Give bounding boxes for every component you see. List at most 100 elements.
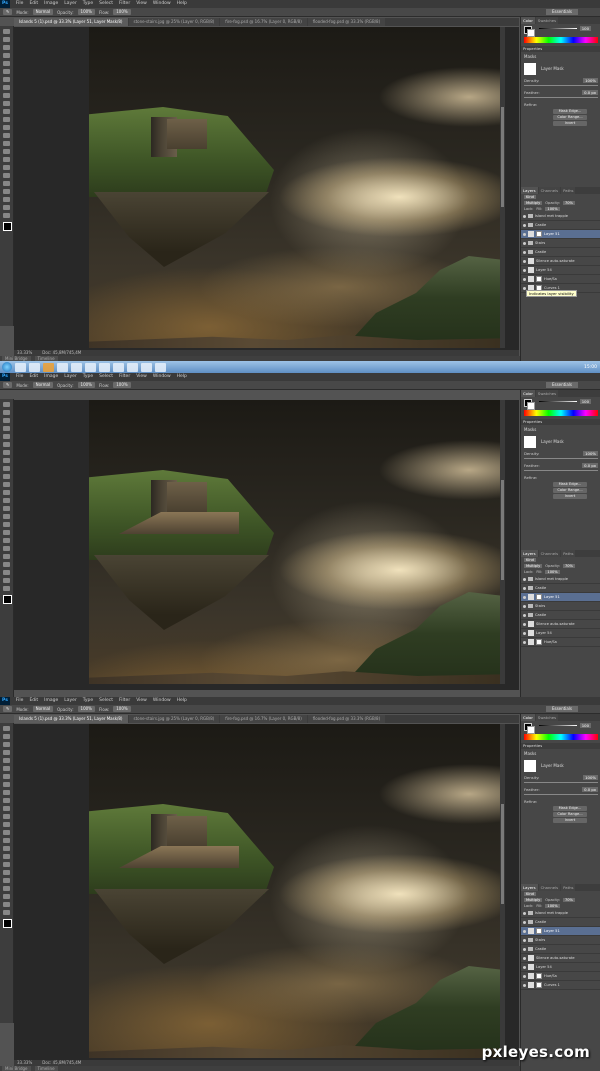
- color-ramp[interactable]: [524, 734, 598, 740]
- tab-mini-bridge[interactable]: Mini Bridge: [2, 1066, 31, 1071]
- tool-icon[interactable]: [3, 474, 10, 479]
- document-tab[interactable]: fire-fog.psd @ 16.7% (Layer 0, RGB/8): [220, 18, 307, 26]
- tool-icon[interactable]: [3, 814, 10, 819]
- taskbar-app-icon[interactable]: [15, 362, 26, 372]
- document-tab[interactable]: flooded-fog.psd @ 33.3% (RGB/8): [307, 715, 386, 723]
- tool-icon[interactable]: [3, 69, 10, 74]
- tool-icon[interactable]: [3, 790, 10, 795]
- adjustment-thumbnail[interactable]: [528, 973, 534, 979]
- taskbar-app-icon[interactable]: [127, 362, 138, 372]
- color-range-button[interactable]: Color Range...: [553, 488, 587, 493]
- tab-swatches[interactable]: Swatches: [535, 390, 559, 397]
- layer-row[interactable]: Castle: [521, 221, 600, 230]
- layer-row[interactable]: Stairs: [521, 936, 600, 945]
- kind-filter[interactable]: Kind: [524, 892, 536, 896]
- mask-thumbnail[interactable]: [524, 760, 536, 772]
- feather-input[interactable]: 0.0 px: [582, 787, 598, 792]
- tool-icon[interactable]: [3, 886, 10, 891]
- document-canvas[interactable]: [89, 724, 500, 1058]
- tool-icon[interactable]: [3, 766, 10, 771]
- layer-row[interactable]: Hue/Sa: [521, 638, 600, 647]
- brush-icon[interactable]: ✎: [3, 706, 13, 712]
- blend-mode-select[interactable]: Multiply: [524, 564, 543, 568]
- tool-icon[interactable]: [3, 418, 10, 423]
- tool-icon[interactable]: [3, 109, 10, 114]
- tool-icon[interactable]: [3, 806, 10, 811]
- vertical-scrollbar[interactable]: [500, 724, 505, 1058]
- vertical-scrollbar[interactable]: [500, 400, 505, 684]
- eye-icon[interactable]: [523, 929, 526, 933]
- brush-icon[interactable]: ✎: [3, 382, 13, 388]
- tool-icon[interactable]: [3, 758, 10, 763]
- mask-thumbnail[interactable]: [536, 276, 542, 282]
- color-ramp[interactable]: [524, 37, 598, 43]
- invert-button[interactable]: Invert: [553, 818, 587, 823]
- menu-item-view[interactable]: View: [136, 0, 147, 8]
- tab-paths[interactable]: Paths: [561, 550, 576, 557]
- opacity-input[interactable]: 100%: [77, 706, 95, 712]
- tool-icon[interactable]: [3, 434, 10, 439]
- layer-thumbnail[interactable]: [528, 594, 534, 600]
- taskbar-app-icon[interactable]: [57, 362, 68, 372]
- layer-row[interactable]: Castle: [521, 248, 600, 257]
- layer-row[interactable]: Castle: [521, 918, 600, 927]
- eye-icon[interactable]: [523, 268, 526, 272]
- mask-thumbnail[interactable]: [524, 436, 536, 448]
- taskbar-app-icon[interactable]: [43, 362, 54, 372]
- eye-icon[interactable]: [523, 232, 526, 236]
- scrollbar-thumb[interactable]: [501, 804, 504, 904]
- opacity-input[interactable]: 100%: [77, 9, 95, 15]
- color-range-button[interactable]: Color Range...: [553, 115, 587, 120]
- tool-icon[interactable]: [3, 578, 10, 583]
- mask-edge-button[interactable]: Mask Edge...: [553, 806, 587, 811]
- tool-icon[interactable]: [3, 402, 10, 407]
- document-tab[interactable]: stone-stairs.jpg @ 25% (Layer 0, RGB/8): [128, 715, 220, 723]
- tool-icon[interactable]: [3, 53, 10, 58]
- tool-icon[interactable]: [3, 530, 10, 535]
- tool-icon[interactable]: [3, 458, 10, 463]
- layer-row[interactable]: Curves 1: [521, 981, 600, 990]
- tool-icon[interactable]: [3, 570, 10, 575]
- tool-icon[interactable]: [3, 426, 10, 431]
- tool-icon[interactable]: [3, 125, 10, 130]
- color-range-button[interactable]: Color Range...: [553, 812, 587, 817]
- tab-swatches[interactable]: Swatches: [535, 714, 559, 721]
- workspace-select[interactable]: Essentials: [545, 382, 578, 388]
- background-swatch[interactable]: [527, 29, 535, 37]
- density-input[interactable]: 100%: [583, 775, 598, 780]
- tab-swatches[interactable]: Swatches: [535, 17, 559, 24]
- scrollbar-thumb[interactable]: [501, 107, 504, 207]
- tab-paths[interactable]: Paths: [561, 187, 576, 194]
- color-ramp[interactable]: [524, 410, 598, 416]
- eye-icon[interactable]: [523, 938, 526, 942]
- layer-row[interactable]: Island met trappie: [521, 575, 600, 584]
- tab-color[interactable]: Color: [521, 390, 535, 397]
- tool-icon[interactable]: [3, 205, 10, 210]
- document-tab[interactable]: Islands 5 (1).psd @ 33.3% (Layer 51, Lay…: [14, 18, 128, 26]
- menu-item-layer[interactable]: Layer: [64, 373, 77, 381]
- layer-thumbnail[interactable]: [528, 630, 534, 636]
- fill-input[interactable]: 100%: [545, 207, 560, 211]
- density-slider[interactable]: [524, 85, 598, 86]
- tool-icon[interactable]: [3, 101, 10, 106]
- tool-icon[interactable]: [3, 29, 10, 34]
- color-slider[interactable]: [539, 401, 577, 402]
- layer-row[interactable]: Hue/Sa: [521, 275, 600, 284]
- feather-slider[interactable]: [524, 470, 598, 471]
- layer-opacity-input[interactable]: 70%: [562, 898, 575, 902]
- taskbar-app-icon[interactable]: [113, 362, 124, 372]
- menu-item-filter[interactable]: Filter: [119, 373, 130, 381]
- menu-item-filter[interactable]: Filter: [119, 0, 130, 8]
- menu-item-window[interactable]: Window: [153, 373, 171, 381]
- layer-thumbnail[interactable]: [528, 964, 534, 970]
- eye-icon[interactable]: [523, 613, 526, 617]
- taskbar-app-icon[interactable]: [71, 362, 82, 372]
- menu-item-help[interactable]: Help: [177, 373, 187, 381]
- eye-icon[interactable]: [523, 974, 526, 978]
- mode-select[interactable]: Normal: [32, 706, 54, 712]
- vertical-scrollbar[interactable]: [500, 27, 505, 348]
- tool-icon[interactable]: [3, 85, 10, 90]
- tool-icon[interactable]: [3, 774, 10, 779]
- menu-item-file[interactable]: File: [16, 0, 24, 8]
- tool-icon[interactable]: [3, 830, 10, 835]
